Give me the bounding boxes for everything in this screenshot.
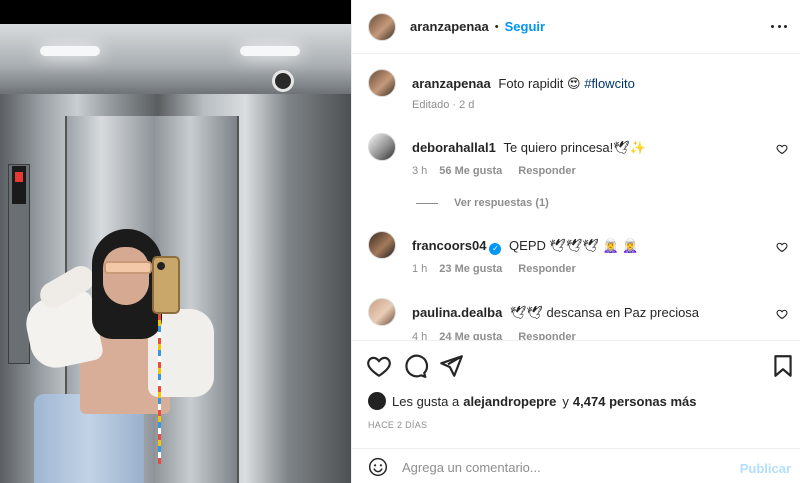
caption-username[interactable]: aranzapenaa	[412, 76, 491, 91]
author-avatar[interactable]	[368, 69, 396, 97]
comment-text: francoors04 ✓ QEPD 🕊🕊🕊 🧝‍♀️ 🧝‍♀️	[412, 238, 639, 255]
comments-list[interactable]: aranzapenaa Foto rapidit 😍 #flowcito Edi…	[352, 55, 800, 340]
divider-line	[416, 202, 438, 204]
bookmark-icon[interactable]	[770, 353, 796, 379]
caption-body: Foto rapidit 😍	[498, 76, 581, 91]
comment-body: QEPD 🕊🕊🕊 🧝‍♀️ 🧝‍♀️	[509, 238, 639, 253]
verified-badge-icon: ✓	[489, 243, 502, 255]
elevator-scene	[0, 24, 351, 483]
comment-meta: 1 h 23 Me gusta Responder	[412, 263, 576, 275]
comment-username[interactable]: deborahallal1	[412, 140, 496, 155]
reply-button[interactable]: Responder	[518, 263, 575, 275]
comment-age: 1 h	[412, 263, 428, 275]
caption-edited: Editado · 2 d	[412, 99, 475, 111]
post-sidebar: aranzapenaa • Seguir aranzapenaa Foto ra…	[351, 0, 800, 483]
security-camera	[272, 70, 294, 92]
comment-body: Te quiero princesa!🕊✨	[503, 140, 646, 155]
ceiling-light	[40, 46, 100, 56]
comment-meta: 4 h 24 Me gusta Responder	[412, 331, 576, 340]
comment-icon[interactable]	[402, 353, 428, 379]
elevator-ceiling	[0, 24, 351, 94]
commenter-avatar[interactable]	[368, 231, 396, 259]
comment-like-icon[interactable]	[776, 143, 788, 155]
comment-like-icon[interactable]	[776, 308, 788, 320]
separator-dot: •	[494, 20, 499, 33]
comment-age: 3 h	[412, 165, 428, 177]
comment-username[interactable]: francoors04	[412, 238, 486, 253]
likes-joiner: y	[562, 393, 569, 409]
liker-avatar[interactable]	[368, 392, 386, 410]
comment-likes[interactable]: 24 Me gusta	[439, 331, 502, 340]
floor-display	[12, 166, 26, 204]
share-icon[interactable]	[438, 353, 464, 379]
comment-input[interactable]	[402, 455, 732, 479]
comment-age: 4 h	[412, 331, 428, 340]
post-timestamp[interactable]: HACE 2 DÍAS	[368, 420, 427, 430]
comment-likes[interactable]: 23 Me gusta	[439, 263, 502, 275]
comment-text: deborahallal1 Te quiero princesa!🕊✨	[412, 140, 646, 156]
comment-composer: Publicar	[352, 448, 800, 483]
comment-body: 🕊🕊 descansa en Paz preciosa	[509, 305, 700, 320]
phone-strap	[158, 314, 161, 464]
post-header: aranzapenaa • Seguir	[352, 0, 800, 54]
follow-button[interactable]: Seguir	[505, 19, 545, 34]
author-avatar[interactable]	[368, 12, 396, 41]
caption-text: aranzapenaa Foto rapidit 😍 #flowcito	[412, 76, 635, 92]
view-replies-button[interactable]: Ver respuestas (1)	[416, 197, 549, 209]
person-face	[103, 247, 149, 305]
person-phone	[152, 256, 180, 314]
more-options-icon[interactable]	[771, 18, 787, 34]
comment-like-icon[interactable]	[776, 241, 788, 253]
post-image[interactable]	[0, 0, 351, 483]
comment-meta: 3 h 56 Me gusta Responder	[412, 165, 576, 177]
likes-summary: Les gusta a alejandropepre y 4,474 perso…	[368, 392, 697, 410]
likes-others[interactable]: 4,474 personas más	[573, 394, 697, 409]
commenter-avatar[interactable]	[368, 133, 396, 161]
emoji-icon[interactable]	[368, 457, 388, 477]
ceiling-light	[240, 46, 300, 56]
view-replies-label: Ver respuestas (1)	[454, 197, 549, 209]
comment-username[interactable]: paulina.dealba	[412, 305, 502, 320]
reply-button[interactable]: Responder	[518, 331, 575, 340]
post-actions	[352, 340, 800, 390]
publish-button[interactable]: Publicar	[740, 461, 791, 476]
likes-prefix: Les gusta a	[392, 393, 460, 409]
author-username[interactable]: aranzapenaa	[410, 19, 489, 34]
comment-text: paulina.dealba 🕊🕊 descansa en Paz precio…	[412, 305, 699, 321]
heart-icon[interactable]	[366, 353, 392, 379]
person-sunglasses	[104, 261, 152, 274]
caption-hashtag[interactable]: #flowcito	[584, 76, 635, 91]
comment-likes[interactable]: 56 Me gusta	[439, 165, 502, 177]
commenter-avatar[interactable]	[368, 298, 396, 326]
liker-username[interactable]: alejandropepre	[463, 394, 556, 409]
reply-button[interactable]: Responder	[518, 165, 575, 177]
